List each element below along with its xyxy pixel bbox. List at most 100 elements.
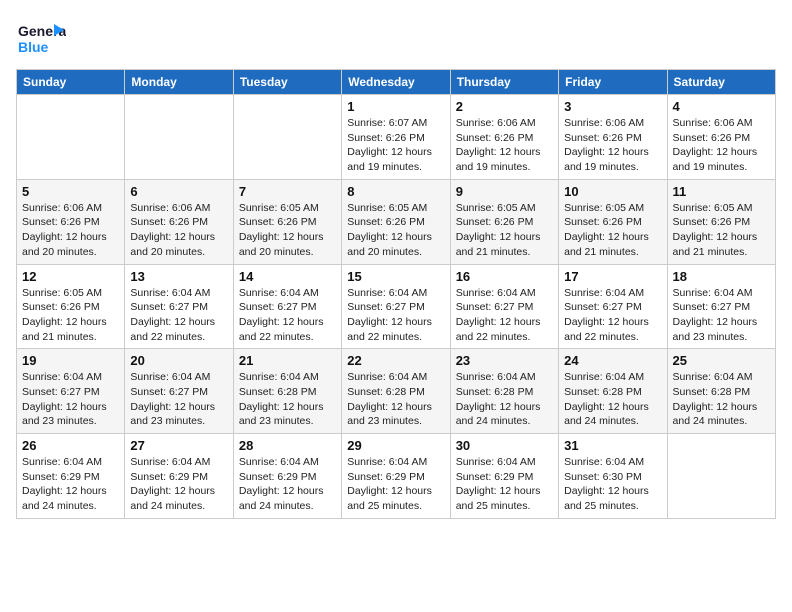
calendar-day-cell: 3Sunrise: 6:06 AM Sunset: 6:26 PM Daylig… <box>559 95 667 180</box>
day-info: Sunrise: 6:04 AM Sunset: 6:27 PM Dayligh… <box>22 370 119 429</box>
svg-text:Blue: Blue <box>18 39 49 55</box>
day-of-week-header: Thursday <box>450 70 558 95</box>
day-number: 31 <box>564 438 661 453</box>
day-info: Sunrise: 6:04 AM Sunset: 6:27 PM Dayligh… <box>130 370 227 429</box>
day-info: Sunrise: 6:07 AM Sunset: 6:26 PM Dayligh… <box>347 116 444 175</box>
day-number: 27 <box>130 438 227 453</box>
day-number: 21 <box>239 353 336 368</box>
calendar-week-row: 1 Sunrise: 6:07 AM Sunset: 6:26 PM Daylig… <box>17 95 776 180</box>
calendar-day-cell: 15Sunrise: 6:04 AM Sunset: 6:27 PM Dayli… <box>342 264 450 349</box>
day-of-week-header: Friday <box>559 70 667 95</box>
calendar-day-cell: 31 Sunrise: 6:04 AM Sunset: 6:30 PM Dayli… <box>559 434 667 519</box>
day-number: 23 <box>456 353 553 368</box>
calendar-day-cell: 10 Sunrise: 6:05 AM Sunset: 6:26 PM Dayli… <box>559 179 667 264</box>
day-number: 12 <box>22 269 119 284</box>
day-number: 26 <box>22 438 119 453</box>
day-of-week-header: Tuesday <box>233 70 341 95</box>
calendar-day-cell <box>17 95 125 180</box>
day-info: Sunrise: 6:06 AM Sunset: 6:26 PM Dayligh… <box>22 201 119 260</box>
day-info: Sunrise: 6:04 AM Sunset: 6:28 PM Dayligh… <box>347 370 444 429</box>
day-info: Sunrise: 6:04 AM Sunset: 6:29 PM Dayligh… <box>456 455 553 514</box>
day-number: 24 <box>564 353 661 368</box>
day-number: 29 <box>347 438 444 453</box>
day-number: 30 <box>456 438 553 453</box>
day-info: Sunrise: 6:06 AM Sunset: 6:26 PM Dayligh… <box>130 201 227 260</box>
calendar-week-row: 19 Sunrise: 6:04 AM Sunset: 6:27 PM Dayli… <box>17 349 776 434</box>
day-info: Sunrise: 6:04 AM Sunset: 6:30 PM Dayligh… <box>564 455 661 514</box>
day-number: 10 <box>564 184 661 199</box>
day-info: Sunrise: 6:04 AM Sunset: 6:29 PM Dayligh… <box>347 455 444 514</box>
calendar-day-cell: 4Sunrise: 6:06 AM Sunset: 6:26 PM Daylig… <box>667 95 775 180</box>
day-info: Sunrise: 6:04 AM Sunset: 6:28 PM Dayligh… <box>673 370 770 429</box>
calendar-day-cell: 9 Sunrise: 6:05 AM Sunset: 6:26 PM Daylig… <box>450 179 558 264</box>
calendar-day-cell: 26 Sunrise: 6:04 AM Sunset: 6:29 PM Dayli… <box>17 434 125 519</box>
day-number: 6 <box>130 184 227 199</box>
calendar-day-cell: 24 Sunrise: 6:04 AM Sunset: 6:28 PM Dayli… <box>559 349 667 434</box>
calendar-day-cell: 11 Sunrise: 6:05 AM Sunset: 6:26 PM Dayli… <box>667 179 775 264</box>
day-number: 25 <box>673 353 770 368</box>
calendar-day-cell: 14Sunrise: 6:04 AM Sunset: 6:27 PM Dayli… <box>233 264 341 349</box>
day-info: Sunrise: 6:04 AM Sunset: 6:27 PM Dayligh… <box>347 286 444 345</box>
calendar-day-cell: 1 Sunrise: 6:07 AM Sunset: 6:26 PM Daylig… <box>342 95 450 180</box>
calendar-day-cell: 7 Sunrise: 6:05 AM Sunset: 6:26 PM Daylig… <box>233 179 341 264</box>
day-info: Sunrise: 6:05 AM Sunset: 6:26 PM Dayligh… <box>239 201 336 260</box>
day-info: Sunrise: 6:04 AM Sunset: 6:27 PM Dayligh… <box>130 286 227 345</box>
day-info: Sunrise: 6:05 AM Sunset: 6:26 PM Dayligh… <box>347 201 444 260</box>
calendar-day-cell <box>125 95 233 180</box>
calendar-day-cell: 28 Sunrise: 6:04 AM Sunset: 6:29 PM Dayli… <box>233 434 341 519</box>
logo: GeneralBlue <box>16 16 66 61</box>
day-info: Sunrise: 6:04 AM Sunset: 6:29 PM Dayligh… <box>239 455 336 514</box>
calendar-day-cell: 22 Sunrise: 6:04 AM Sunset: 6:28 PM Dayli… <box>342 349 450 434</box>
day-number: 4 <box>673 99 770 114</box>
calendar-day-cell: 8 Sunrise: 6:05 AM Sunset: 6:26 PM Daylig… <box>342 179 450 264</box>
day-number: 16 <box>456 269 553 284</box>
day-info: Sunrise: 6:04 AM Sunset: 6:29 PM Dayligh… <box>130 455 227 514</box>
day-info: Sunrise: 6:05 AM Sunset: 6:26 PM Dayligh… <box>564 201 661 260</box>
day-info: Sunrise: 6:04 AM Sunset: 6:27 PM Dayligh… <box>564 286 661 345</box>
calendar-day-cell: 29 Sunrise: 6:04 AM Sunset: 6:29 PM Dayli… <box>342 434 450 519</box>
calendar-day-cell: 13 Sunrise: 6:04 AM Sunset: 6:27 PM Dayli… <box>125 264 233 349</box>
day-number: 18 <box>673 269 770 284</box>
day-info: Sunrise: 6:05 AM Sunset: 6:26 PM Dayligh… <box>22 286 119 345</box>
day-of-week-header: Saturday <box>667 70 775 95</box>
day-of-week-header: Wednesday <box>342 70 450 95</box>
calendar-week-row: 5 Sunrise: 6:06 AM Sunset: 6:26 PM Daylig… <box>17 179 776 264</box>
day-number: 7 <box>239 184 336 199</box>
day-number: 14 <box>239 269 336 284</box>
day-info: Sunrise: 6:04 AM Sunset: 6:28 PM Dayligh… <box>564 370 661 429</box>
calendar-day-cell <box>233 95 341 180</box>
day-info: Sunrise: 6:06 AM Sunset: 6:26 PM Dayligh… <box>456 116 553 175</box>
day-info: Sunrise: 6:05 AM Sunset: 6:26 PM Dayligh… <box>673 201 770 260</box>
calendar-day-cell: 12 Sunrise: 6:05 AM Sunset: 6:26 PM Dayli… <box>17 264 125 349</box>
day-info: Sunrise: 6:05 AM Sunset: 6:26 PM Dayligh… <box>456 201 553 260</box>
day-number: 5 <box>22 184 119 199</box>
calendar-day-cell: 2Sunrise: 6:06 AM Sunset: 6:26 PM Daylig… <box>450 95 558 180</box>
calendar-table: SundayMondayTuesdayWednesdayThursdayFrid… <box>16 69 776 519</box>
day-info: Sunrise: 6:04 AM Sunset: 6:29 PM Dayligh… <box>22 455 119 514</box>
calendar-day-cell: 25 Sunrise: 6:04 AM Sunset: 6:28 PM Dayli… <box>667 349 775 434</box>
calendar-header-row: SundayMondayTuesdayWednesdayThursdayFrid… <box>17 70 776 95</box>
calendar-day-cell: 19 Sunrise: 6:04 AM Sunset: 6:27 PM Dayli… <box>17 349 125 434</box>
day-number: 28 <box>239 438 336 453</box>
day-number: 9 <box>456 184 553 199</box>
day-number: 19 <box>22 353 119 368</box>
calendar-day-cell: 21Sunrise: 6:04 AM Sunset: 6:28 PM Dayli… <box>233 349 341 434</box>
day-info: Sunrise: 6:04 AM Sunset: 6:28 PM Dayligh… <box>456 370 553 429</box>
calendar-day-cell: 23 Sunrise: 6:04 AM Sunset: 6:28 PM Dayli… <box>450 349 558 434</box>
day-number: 11 <box>673 184 770 199</box>
day-number: 1 <box>347 99 444 114</box>
calendar-day-cell: 17 Sunrise: 6:04 AM Sunset: 6:27 PM Dayli… <box>559 264 667 349</box>
day-number: 8 <box>347 184 444 199</box>
day-number: 13 <box>130 269 227 284</box>
calendar-day-cell: 20Sunrise: 6:04 AM Sunset: 6:27 PM Dayli… <box>125 349 233 434</box>
calendar-day-cell: 6 Sunrise: 6:06 AM Sunset: 6:26 PM Daylig… <box>125 179 233 264</box>
day-number: 17 <box>564 269 661 284</box>
day-info: Sunrise: 6:04 AM Sunset: 6:27 PM Dayligh… <box>456 286 553 345</box>
calendar-day-cell: 16 Sunrise: 6:04 AM Sunset: 6:27 PM Dayli… <box>450 264 558 349</box>
day-number: 22 <box>347 353 444 368</box>
calendar-day-cell <box>667 434 775 519</box>
calendar-day-cell: 30 Sunrise: 6:04 AM Sunset: 6:29 PM Dayli… <box>450 434 558 519</box>
day-number: 3 <box>564 99 661 114</box>
day-of-week-header: Sunday <box>17 70 125 95</box>
calendar-day-cell: 27 Sunrise: 6:04 AM Sunset: 6:29 PM Dayli… <box>125 434 233 519</box>
